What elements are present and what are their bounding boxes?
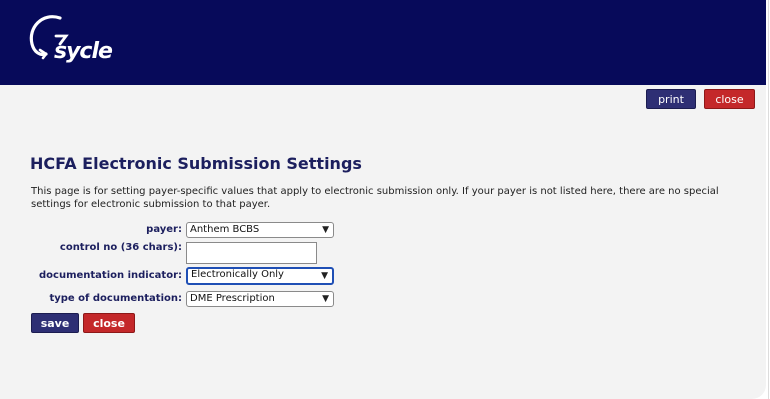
payer-select-value: Anthem BCBS: [190, 224, 260, 235]
documentation-indicator-select[interactable]: Electronically Only ▼: [186, 267, 334, 285]
sycle-logo[interactable]: sycle: [26, 14, 126, 72]
close-button-bottom[interactable]: close: [83, 313, 135, 333]
header-bar: sycle: [0, 0, 766, 85]
chevron-down-icon: ▼: [322, 225, 329, 235]
logo-text: sycle: [54, 39, 113, 64]
control-no-input[interactable]: [186, 242, 317, 264]
documentation-indicator-value: Electronically Only: [191, 269, 284, 280]
chevron-down-icon: ▼: [321, 271, 328, 281]
payer-label: payer:: [146, 224, 182, 235]
page-title: HCFA Electronic Submission Settings: [30, 154, 362, 173]
documentation-indicator-label: documentation indicator:: [39, 270, 182, 281]
payer-select[interactable]: Anthem BCBS ▼: [186, 222, 334, 238]
print-button[interactable]: print: [646, 89, 696, 109]
type-of-documentation-label: type of documentation:: [49, 293, 182, 304]
control-no-label: control no (36 chars):: [59, 242, 182, 253]
chevron-down-icon: ▼: [322, 294, 329, 304]
type-of-documentation-value: DME Prescription: [190, 293, 275, 304]
page-panel: sycle print close HCFA Electronic Submis…: [0, 0, 766, 399]
type-of-documentation-select[interactable]: DME Prescription ▼: [186, 291, 334, 307]
intro-text: This page is for setting payer-specific …: [31, 186, 719, 210]
close-button-top[interactable]: close: [704, 89, 755, 109]
save-button[interactable]: save: [31, 313, 79, 333]
window-edge: [768, 0, 769, 399]
